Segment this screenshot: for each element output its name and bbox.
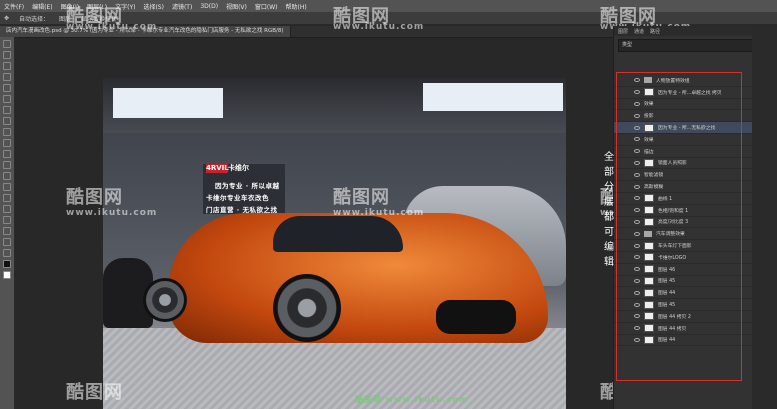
layer-filter-field[interactable]: 类型 — [618, 39, 774, 52]
menu-help[interactable]: 帮助(H) — [286, 2, 307, 11]
eyedropper-icon[interactable] — [3, 95, 11, 103]
hand-icon[interactable] — [3, 238, 11, 246]
stamp-icon[interactable] — [3, 128, 11, 136]
watermark-logo: 酷图网 — [66, 382, 123, 403]
dodge-icon[interactable] — [3, 183, 11, 191]
path-select-icon[interactable] — [3, 216, 11, 224]
menu-3d[interactable]: 3D(D) — [200, 3, 218, 10]
foreground-color-swatch[interactable] — [3, 260, 11, 268]
move-icon[interactable] — [3, 40, 11, 48]
pen-icon[interactable] — [3, 194, 11, 202]
car-wheel-rear — [143, 278, 187, 322]
crop-icon[interactable] — [3, 84, 11, 92]
artwork-photo[interactable]: 4RVIL 卡维尔 因为专业 · 所以卓越 卡维尔专业车衣改色 门店直营 · 无… — [103, 78, 566, 409]
panel-icon-strip — [752, 26, 777, 409]
watermark-url: www.ikutu.com — [333, 22, 425, 32]
tab-channels[interactable]: 通道 — [634, 28, 644, 35]
watermark-url: www.ikutu.com — [333, 208, 425, 218]
blur-icon[interactable] — [3, 172, 11, 180]
editable-layers-annotation: 全部分层都可编辑 — [604, 152, 614, 268]
tab-paths[interactable]: 路径 — [650, 28, 660, 35]
menu-edit[interactable]: 编辑(E) — [32, 2, 52, 11]
menu-select[interactable]: 选择(S) — [143, 2, 164, 11]
history-brush-icon[interactable] — [3, 139, 11, 147]
sign-line: 卡维尔专业车衣改色 — [206, 194, 269, 202]
ceiling-skylight — [423, 83, 563, 111]
shape-icon[interactable] — [3, 227, 11, 235]
menu-window[interactable]: 窗口(W) — [255, 2, 278, 11]
move-tool-icon[interactable]: ✥ — [4, 15, 9, 22]
auto-select-checkbox[interactable]: 自动选择： — [19, 14, 49, 23]
background-color-swatch[interactable] — [3, 271, 11, 279]
tab-layers[interactable]: 图层 — [618, 28, 628, 35]
brush-icon[interactable] — [3, 117, 11, 125]
brand-logo: 4RVIL — [206, 164, 229, 173]
zoom-icon[interactable] — [3, 249, 11, 257]
menu-view[interactable]: 视图(V) — [226, 2, 247, 11]
eraser-icon[interactable] — [3, 150, 11, 158]
lasso-icon[interactable] — [3, 62, 11, 70]
layers-highlight-frame — [616, 72, 742, 381]
tools-panel — [0, 37, 15, 409]
car-grille — [436, 300, 516, 334]
watermark-logo: 酷图网 — [333, 187, 390, 208]
menu-filter[interactable]: 滤镜(T) — [172, 2, 192, 11]
type-icon[interactable] — [3, 205, 11, 213]
gradient-icon[interactable] — [3, 161, 11, 169]
car-wheel-front — [273, 274, 341, 342]
ceiling-skylight — [113, 88, 223, 118]
watermark-logo: 酷图网 — [66, 187, 123, 208]
marquee-icon[interactable] — [3, 51, 11, 59]
magic-wand-icon[interactable] — [3, 73, 11, 81]
sign-line: 因为专业 · 所以卓越 — [215, 182, 280, 190]
brand-name: 卡维尔 — [228, 164, 249, 172]
watermark-bottom-caption: 酷图网 www.ikutu.com — [355, 395, 469, 404]
menu-file[interactable]: 文件(F) — [4, 2, 24, 11]
healing-icon[interactable] — [3, 106, 11, 114]
car-windshield — [273, 216, 403, 252]
watermark-url: www.ikutu.com — [66, 22, 158, 32]
watermark-url: www.ikutu.com — [66, 208, 158, 218]
